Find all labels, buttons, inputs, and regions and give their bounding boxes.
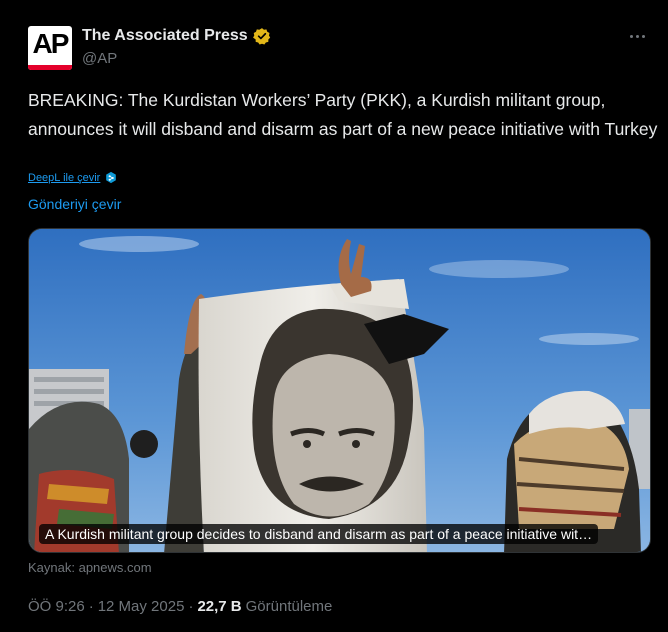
tweet-time[interactable]: ÖÖ 9:26 bbox=[28, 598, 85, 615]
more-options-icon[interactable] bbox=[630, 30, 652, 42]
views-label[interactable]: Görüntüleme bbox=[246, 598, 333, 615]
views-count[interactable]: 22,7 B bbox=[197, 598, 241, 615]
media-image bbox=[29, 229, 650, 552]
meta-separator: · bbox=[88, 598, 94, 615]
avatar[interactable]: AP bbox=[28, 26, 72, 70]
deepl-icon bbox=[106, 171, 117, 184]
tweet-meta: ÖÖ 9:26 · 12 May 2025 · 22,7 B Görüntüle… bbox=[28, 598, 332, 615]
verified-badge-icon[interactable] bbox=[252, 27, 271, 45]
tweet-text: BREAKING: The Kurdistan Workers’ Party (… bbox=[28, 90, 658, 139]
avatar-logo: AP bbox=[32, 28, 70, 59]
link-source[interactable]: Kaynak: apnews.com bbox=[28, 560, 152, 575]
deepl-translate[interactable]: DeepL ile çevir bbox=[28, 171, 118, 185]
author-display-name[interactable]: The Associated Press bbox=[82, 27, 248, 45]
media-caption: A Kurdish militant group decides to disb… bbox=[39, 524, 599, 544]
author-name-row: The Associated Press bbox=[82, 27, 271, 45]
author-handle[interactable]: @AP bbox=[82, 50, 117, 67]
translate-post-link[interactable]: Gönderiyi çevir bbox=[28, 196, 121, 212]
media-card[interactable]: A Kurdish militant group decides to disb… bbox=[28, 228, 651, 553]
tweet-date[interactable]: 12 May 2025 bbox=[98, 598, 185, 615]
avatar-logo-bar bbox=[28, 65, 72, 70]
deepl-translate-link[interactable]: DeepL ile çevir bbox=[28, 172, 100, 184]
tweet-card[interactable]: AP The Associated Press @AP BREAKING: Th… bbox=[0, 0, 668, 632]
meta-separator: · bbox=[188, 598, 194, 615]
